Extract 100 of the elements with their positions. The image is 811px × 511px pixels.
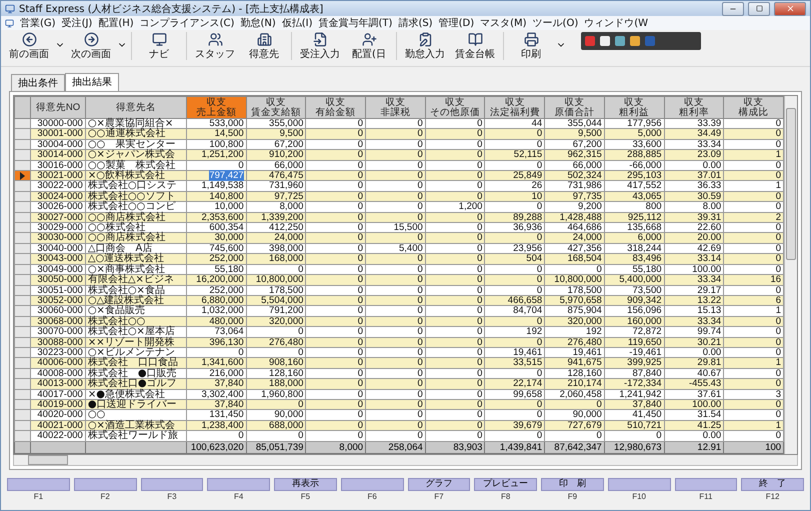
table-cell: ○×食品販売	[85, 306, 187, 316]
printer-icon	[524, 32, 538, 47]
row-header[interactable]	[14, 430, 31, 442]
column-header[interactable]: 収支 非課税	[366, 96, 426, 118]
row-header[interactable]	[14, 285, 31, 296]
row-header[interactable]	[14, 306, 31, 316]
vertical-scrollbar[interactable]	[784, 96, 797, 454]
total-cell: 100	[724, 441, 784, 454]
toolbar-button[interactable]: 前の画面	[5, 32, 53, 61]
function-key-label: F2	[100, 492, 110, 501]
column-header[interactable]: 収支 その他原価	[425, 96, 485, 118]
function-key-label: F7	[434, 492, 444, 501]
total-cell: 12,980,673	[604, 441, 664, 454]
row-header[interactable]	[14, 347, 31, 358]
menu-item[interactable]: 営業(G)	[20, 16, 56, 30]
function-key-button[interactable]: 再表示	[274, 478, 337, 491]
row-header[interactable]	[14, 222, 31, 233]
horizontal-scrollbar[interactable]	[13, 454, 798, 466]
function-key-button[interactable]: プレビュー	[474, 478, 537, 491]
row-header[interactable]	[14, 316, 31, 327]
menu-item[interactable]: コンプライアンス(C)	[140, 16, 234, 30]
row-header[interactable]	[14, 326, 31, 338]
toolbar-button[interactable]: 次の画面	[67, 32, 115, 61]
table-cell: ●口送迎ドライバー	[85, 399, 187, 410]
toolbar-button[interactable]: 得意先	[241, 32, 287, 61]
row-header[interactable]	[14, 337, 31, 348]
function-key-button[interactable]: 印 刷	[541, 478, 604, 491]
total-cell	[30, 441, 86, 454]
menu-item[interactable]: ツール(O)	[532, 16, 578, 30]
total-cell: 87,642,347	[544, 441, 604, 454]
column-header[interactable]: 収支 有給金額	[306, 96, 366, 118]
row-header[interactable]	[14, 128, 31, 140]
function-key-label: F6	[367, 492, 377, 501]
menu-item[interactable]: 受注(J)	[62, 16, 92, 30]
column-header[interactable]: 収支 粗利率	[664, 96, 724, 118]
toolbar-button[interactable]: 受注入力	[296, 32, 344, 61]
row-header[interactable]	[14, 202, 31, 212]
function-key-button[interactable]	[674, 478, 738, 491]
menu-item[interactable]: 勤怠(N)	[240, 16, 276, 30]
function-key-label: F4	[234, 492, 244, 501]
table-cell: 株式会社口●ゴルフ	[85, 378, 187, 390]
row-header[interactable]	[14, 150, 31, 160]
column-header[interactable]: 収支 原価合計	[544, 96, 604, 118]
column-header[interactable]: 収支 法定福利費	[484, 96, 545, 118]
row-marker[interactable]	[14, 170, 31, 181]
function-key-button[interactable]	[7, 478, 70, 491]
row-header[interactable]	[14, 274, 31, 285]
row-header[interactable]	[14, 243, 31, 254]
column-header[interactable]: 収支 構成比	[724, 96, 784, 118]
column-header[interactable]: 得意先NO	[30, 96, 86, 118]
row-header[interactable]	[14, 295, 31, 306]
function-key-button[interactable]	[207, 478, 270, 491]
row-header[interactable]	[14, 139, 31, 150]
function-key-button[interactable]: グラフ	[408, 478, 470, 491]
function-key-button[interactable]	[140, 478, 204, 491]
column-header[interactable]: 収支 粗利益	[604, 96, 664, 118]
column-header[interactable]: 得意先名	[85, 96, 187, 118]
column-header[interactable]: 収支 賃金支給額	[246, 96, 306, 118]
menu-item[interactable]: ウィンドウ(W	[584, 16, 648, 30]
close-icon	[786, 4, 794, 13]
tab[interactable]: 抽出条件	[11, 74, 65, 91]
menu-item[interactable]: 請求(S)	[398, 16, 433, 30]
row-header[interactable]	[14, 191, 31, 202]
row-header[interactable]	[14, 358, 31, 368]
row-header[interactable]	[14, 254, 31, 264]
table-cell: ○×酒造工業株式会	[85, 420, 187, 431]
menu-item[interactable]: 仮払(I)	[282, 16, 313, 30]
toolbar-button[interactable]: ナビ	[136, 32, 182, 61]
table-cell: ○○ 果実センター	[85, 139, 187, 150]
tab[interactable]: 抽出結果	[65, 73, 119, 91]
function-key-button[interactable]	[608, 478, 670, 491]
menu-item[interactable]: 管理(D)	[438, 16, 474, 30]
row-header[interactable]	[14, 378, 31, 390]
maximize-button[interactable]	[748, 2, 770, 16]
function-key-button[interactable]	[340, 478, 404, 491]
row-header[interactable]	[14, 368, 31, 379]
function-key-button[interactable]	[74, 478, 136, 491]
row-header[interactable]	[14, 264, 31, 275]
row-header[interactable]	[14, 118, 31, 129]
toolbar-button[interactable]: 賃金台帳	[451, 32, 499, 61]
menu-item[interactable]: 配置(H)	[98, 16, 134, 30]
menu-item[interactable]: マスタ(M)	[480, 16, 527, 30]
row-header[interactable]	[14, 399, 31, 410]
maximize-icon	[756, 5, 762, 12]
table-cell: ○○製菓 株式会社	[85, 160, 187, 171]
toolbar-button[interactable]: 配置(日	[346, 32, 392, 61]
minimize-button[interactable]	[722, 2, 744, 16]
toolbar-button[interactable]: 印刷	[508, 32, 554, 61]
row-header[interactable]	[14, 410, 31, 420]
row-header[interactable]	[14, 420, 31, 431]
row-header[interactable]	[14, 212, 31, 223]
row-header[interactable]	[14, 232, 31, 244]
menu-item[interactable]: 賃金賞与年調(T)	[318, 16, 392, 30]
toolbar-button[interactable]: スタッフ	[191, 32, 239, 61]
row-header[interactable]	[14, 389, 31, 400]
column-header[interactable]: 収支 売上金額	[186, 96, 246, 118]
total-cell: 100,623,020	[186, 441, 246, 454]
function-key-button[interactable]: 終 了	[741, 478, 804, 491]
close-button[interactable]	[774, 2, 806, 16]
toolbar-button[interactable]: 勤怠入力	[401, 32, 449, 61]
